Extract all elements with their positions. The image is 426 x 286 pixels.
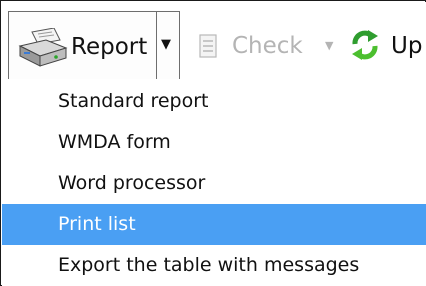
refresh-icon [350, 29, 380, 61]
report-dropdown-button[interactable]: ▼ [157, 12, 179, 84]
report-button[interactable]: Report [9, 12, 156, 84]
report-split-button[interactable]: Report ▼ [8, 11, 180, 85]
chevron-down-icon[interactable]: ▼ [325, 39, 333, 52]
update-button-label: Up [391, 33, 423, 59]
report-button-label: Report [71, 34, 148, 60]
menu-item-print-list[interactable]: Print list [2, 204, 426, 245]
menu-item-word-processor[interactable]: Word processor [2, 163, 426, 204]
menu-item-label: Word processor [58, 172, 206, 194]
chevron-down-icon: ▼ [161, 37, 171, 52]
menu-item-label: Print list [58, 213, 136, 235]
report-dropdown-menu: Standard report WMDA form Word processor… [2, 79, 426, 286]
update-button[interactable]: Up [350, 11, 426, 83]
menu-item-label: Export the table with messages [58, 254, 360, 276]
menu-item-label: Standard report [58, 90, 209, 112]
menu-item-wmda-form[interactable]: WMDA form [2, 122, 426, 163]
menu-item-standard-report[interactable]: Standard report [2, 81, 426, 122]
check-button[interactable]: Check ▼ [194, 11, 334, 83]
toolbar: Report ▼ Check ▼ Up [2, 2, 426, 88]
menu-item-export-table-with-messages[interactable]: Export the table with messages [2, 245, 426, 286]
check-button-label: Check [232, 33, 303, 59]
window-frame: Report ▼ Check ▼ Up Standard report WMDA… [0, 0, 426, 286]
printer-icon [16, 27, 70, 68]
checklist-icon [198, 33, 218, 59]
menu-item-label: WMDA form [58, 131, 171, 153]
